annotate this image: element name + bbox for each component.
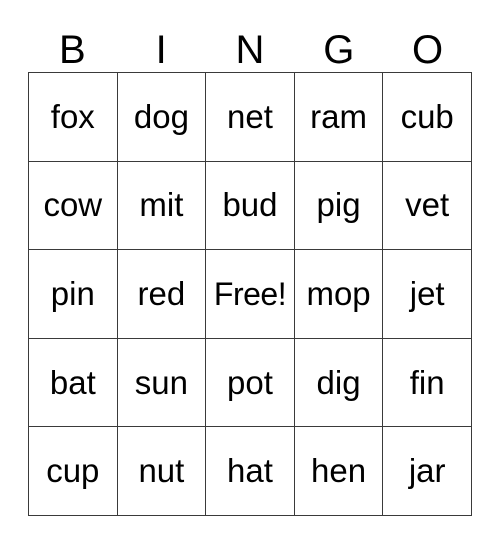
bingo-cell-g4[interactable]: dig bbox=[294, 338, 384, 428]
bingo-cell-i5[interactable]: nut bbox=[117, 427, 207, 516]
bingo-cell-label: jar bbox=[408, 452, 446, 490]
bingo-free-space-label: Free! bbox=[213, 275, 287, 312]
bingo-cell-label: pig bbox=[316, 186, 361, 224]
bingo-header-letter-b: B bbox=[59, 28, 86, 72]
bingo-cell-b5[interactable]: cup bbox=[29, 427, 118, 516]
bingo-cell-g1[interactable]: ram bbox=[294, 73, 384, 162]
bingo-row: cup nut hat hen jar bbox=[29, 427, 472, 516]
bingo-cell-label: jet bbox=[409, 274, 445, 312]
bingo-cell-label: hen bbox=[311, 452, 367, 490]
bingo-cell-b4[interactable]: bat bbox=[29, 338, 118, 428]
bingo-cell-label: mop bbox=[306, 274, 371, 312]
bingo-cell-label: pot bbox=[227, 363, 273, 401]
bingo-cell-b3[interactable]: pin bbox=[29, 250, 118, 339]
bingo-cell-g3[interactable]: mop bbox=[294, 250, 384, 339]
bingo-cell-n1[interactable]: net bbox=[206, 73, 295, 162]
bingo-cell-label: nut bbox=[138, 452, 185, 490]
bingo-cell-label: fox bbox=[50, 97, 95, 135]
bingo-header-letter-i: I bbox=[155, 28, 167, 72]
bingo-row: bat sun pot dig fin bbox=[29, 338, 472, 428]
bingo-cell-o3[interactable]: jet bbox=[383, 250, 472, 339]
bingo-cell-o5[interactable]: jar bbox=[383, 427, 472, 516]
bingo-cell-label: cub bbox=[400, 97, 454, 135]
bingo-cell-label: bud bbox=[222, 186, 278, 224]
bingo-cell-label: mit bbox=[139, 186, 184, 224]
bingo-cell-free-space[interactable]: Free! bbox=[206, 250, 295, 339]
bingo-cell-n2[interactable]: bud bbox=[206, 161, 295, 251]
bingo-cell-label: sun bbox=[134, 363, 188, 401]
bingo-cell-b2[interactable]: cow bbox=[29, 161, 118, 251]
bingo-cell-label: ram bbox=[310, 97, 367, 135]
bingo-cell-label: vet bbox=[405, 186, 450, 224]
bingo-grid: fox dog net ram cub cow mit bud pig vet … bbox=[28, 72, 472, 516]
bingo-cell-o1[interactable]: cub bbox=[383, 73, 472, 162]
bingo-cell-g2[interactable]: pig bbox=[294, 161, 384, 251]
bingo-cell-b1[interactable]: fox bbox=[29, 73, 118, 162]
bingo-cell-label: hat bbox=[227, 452, 273, 490]
bingo-cell-n5[interactable]: hat bbox=[206, 427, 295, 516]
bingo-cell-i3[interactable]: red bbox=[117, 250, 207, 339]
bingo-row: pin red Free! mop jet bbox=[29, 250, 472, 339]
bingo-row: cow mit bud pig vet bbox=[29, 161, 472, 251]
bingo-cell-i1[interactable]: dog bbox=[117, 73, 207, 162]
bingo-cell-label: bat bbox=[49, 363, 96, 401]
bingo-cell-o4[interactable]: fin bbox=[383, 338, 472, 428]
bingo-cell-label: dig bbox=[316, 363, 361, 401]
bingo-cell-n4[interactable]: pot bbox=[206, 338, 295, 428]
bingo-cell-i2[interactable]: mit bbox=[117, 161, 207, 251]
bingo-cell-o2[interactable]: vet bbox=[383, 161, 472, 251]
bingo-cell-g5[interactable]: hen bbox=[294, 427, 384, 516]
bingo-cell-label: red bbox=[137, 274, 186, 312]
bingo-cell-i4[interactable]: sun bbox=[117, 338, 207, 428]
bingo-cell-label: fin bbox=[409, 363, 445, 401]
bingo-cell-label: pin bbox=[50, 274, 95, 312]
bingo-cell-label: dog bbox=[133, 97, 189, 135]
bingo-cell-label: cup bbox=[46, 452, 100, 490]
bingo-header-letter-n: N bbox=[235, 28, 265, 72]
bingo-cell-label: cow bbox=[43, 186, 103, 224]
bingo-cell-label: net bbox=[227, 97, 273, 135]
bingo-row: fox dog net ram cub bbox=[29, 73, 472, 162]
bingo-header-row: B I N G O bbox=[28, 16, 472, 72]
bingo-card: B I N G O fox dog net ram cub cow mit bu… bbox=[0, 0, 500, 544]
bingo-header-letter-o: O bbox=[412, 28, 444, 72]
bingo-header-letter-g: G bbox=[323, 28, 355, 72]
